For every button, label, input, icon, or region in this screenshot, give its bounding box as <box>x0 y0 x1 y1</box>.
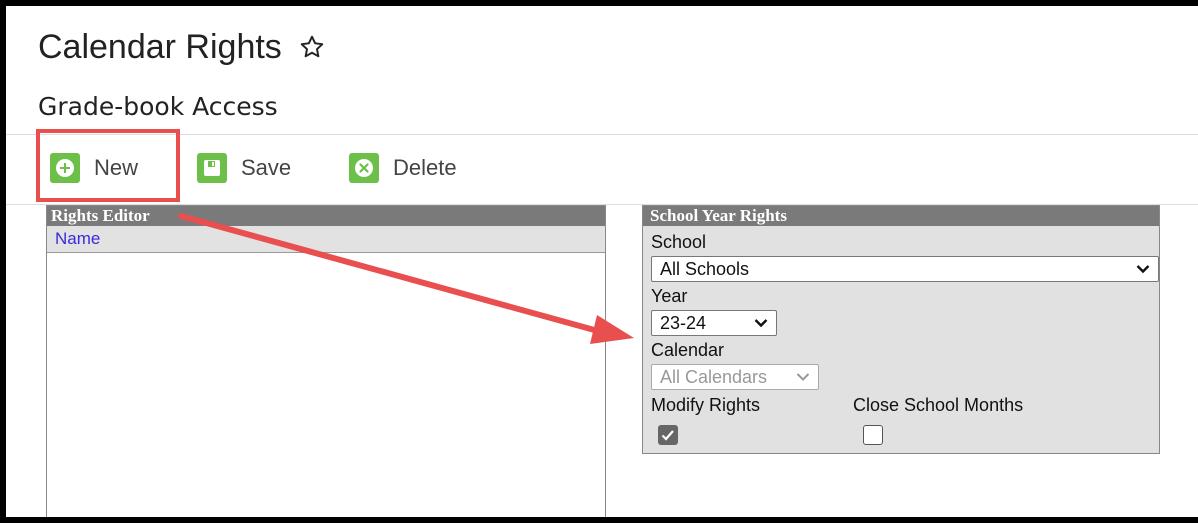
calendar-select[interactable]: All Calendars <box>651 364 819 390</box>
year-select-value: 23-24 <box>660 313 707 333</box>
calendar-label: Calendar <box>651 340 725 360</box>
chevron-down-icon <box>754 319 768 328</box>
school-select-value: All Schools <box>660 259 750 279</box>
modify-rights-checkbox[interactable] <box>658 425 678 445</box>
year-select[interactable]: 23-24 <box>651 310 777 336</box>
calendar-select-value: All Calendars <box>660 367 768 387</box>
school-year-rights-header: School Year Rights <box>643 206 1159 226</box>
delete-button-label: Delete <box>393 155 457 180</box>
floppy-disk-icon <box>197 153 227 183</box>
save-button-label: Save <box>241 155 292 180</box>
save-button[interactable]: Save <box>197 148 291 188</box>
star-icon[interactable] <box>299 30 325 69</box>
rights-editor-panel: Rights Editor Name <box>46 205 606 517</box>
app-window: Calendar Rights Grade-book Access New Sa… <box>6 6 1198 517</box>
checkmark-icon <box>661 430 674 441</box>
chevron-down-icon <box>796 373 810 381</box>
page-subtitle: Grade-book Access <box>38 92 278 121</box>
page-title-text: Calendar Rights <box>38 28 282 66</box>
page-title: Calendar Rights <box>38 28 325 69</box>
close-school-months-checkbox[interactable] <box>863 425 883 445</box>
delete-button[interactable]: Delete <box>349 148 457 188</box>
annotation-highlight-box <box>36 129 180 202</box>
x-circle-icon <box>349 153 379 183</box>
modify-rights-label: Modify Rights <box>651 395 761 415</box>
rights-editor-header: Rights Editor <box>47 206 605 226</box>
school-select[interactable]: All Schools <box>651 256 1159 282</box>
year-label: Year <box>651 286 688 306</box>
school-year-rights-panel: School Year Rights School All Schools Ye… <box>642 205 1160 454</box>
divider <box>6 134 1198 135</box>
name-column-header[interactable]: Name <box>47 226 605 253</box>
close-school-months-label: Close School Months <box>853 395 1024 415</box>
chevron-down-icon <box>1136 265 1150 274</box>
school-label: School <box>651 232 707 252</box>
